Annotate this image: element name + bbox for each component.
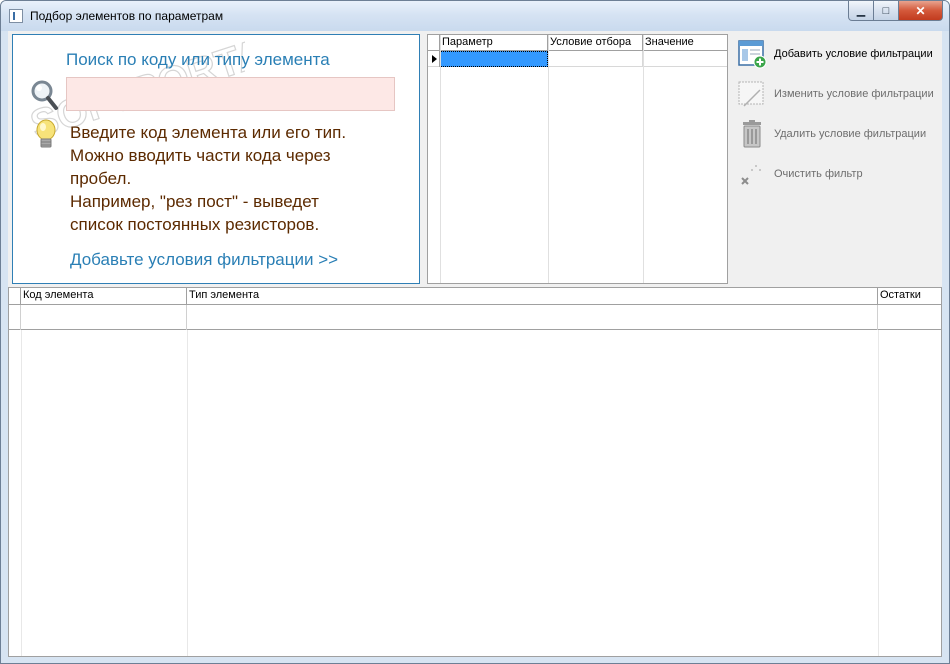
filter-actions-panel: Добавить условие фильтрации Изменить усл…	[736, 34, 942, 284]
column-header-condition[interactable]: Условие отбора	[548, 35, 643, 51]
title-bar[interactable]: Подбор элементов по параметрам ▁ □ ✕	[1, 1, 949, 31]
close-button[interactable]: ✕	[899, 1, 943, 21]
clear-filter-button[interactable]: Очистить фильтр	[736, 157, 942, 191]
hint-line: Например, "рез пост" - выведет	[70, 192, 319, 211]
magnifier-icon	[31, 80, 58, 110]
column-header-type[interactable]: Тип элемента	[187, 288, 878, 305]
column-divider	[548, 35, 549, 283]
filter-cell-parameter[interactable]	[440, 51, 548, 67]
column-divider	[643, 35, 644, 283]
filter-cell-condition[interactable]	[548, 51, 643, 67]
hint-line: Можно вводить части кода через	[70, 146, 331, 165]
clear-filter-icon	[741, 165, 761, 185]
results-grid[interactable]: Код элемента Тип элемента Остатки	[8, 287, 942, 657]
add-filter-button[interactable]: Добавить условие фильтрации	[736, 37, 942, 71]
add-filter-label: Добавить условие фильтрации	[774, 48, 933, 60]
row-indicator-header	[9, 288, 21, 305]
search-hint: Введите код элемента или его тип. Можно …	[70, 121, 410, 236]
app-icon	[9, 9, 23, 23]
cell-code[interactable]	[21, 305, 187, 330]
search-input[interactable]	[66, 77, 395, 111]
column-divider	[440, 35, 441, 283]
client-area: SOFTPORTAL Поиск по коду или типу элемен…	[8, 31, 942, 657]
delete-filter-label: Удалить условие фильтрации	[774, 128, 927, 140]
edit-filter-label: Изменить условие фильтрации	[774, 88, 934, 100]
edit-filter-button[interactable]: Изменить условие фильтрации	[736, 77, 942, 111]
maximize-button[interactable]: □	[874, 1, 899, 21]
lightbulb-icon	[36, 119, 56, 148]
filter-row[interactable]	[428, 51, 727, 67]
window-controls: ▁ □ ✕	[848, 1, 943, 21]
column-header-code[interactable]: Код элемента	[21, 288, 187, 305]
maximize-icon: □	[882, 4, 890, 17]
search-panel: SOFTPORTAL Поиск по коду или типу элемен…	[12, 34, 420, 284]
column-divider	[187, 330, 188, 656]
add-filter-link[interactable]: Добавьте условия фильтрации >>	[70, 250, 338, 270]
window-title: Подбор элементов по параметрам	[30, 9, 224, 23]
filter-cell-value[interactable]	[643, 51, 727, 67]
add-filter-icon	[738, 40, 767, 69]
delete-filter-button[interactable]: Удалить условие фильтрации	[736, 117, 942, 151]
trash-icon	[743, 120, 761, 148]
clear-filter-label: Очистить фильтр	[774, 168, 863, 180]
row-indicator	[9, 305, 21, 330]
minimize-icon: ▁	[856, 5, 866, 17]
current-row-arrow-icon	[428, 51, 440, 67]
column-divider	[878, 330, 879, 656]
close-icon: ✕	[915, 3, 926, 18]
cell-stock[interactable]	[878, 305, 941, 330]
app-window: Подбор элементов по параметрам ▁ □ ✕ SOF…	[0, 0, 950, 664]
column-header-parameter[interactable]: Параметр	[440, 35, 548, 51]
filter-conditions-grid[interactable]: Параметр Условие отбора Значение	[427, 34, 728, 284]
hint-line: список постоянных резисторов.	[70, 215, 320, 234]
edit-filter-icon	[738, 81, 764, 107]
hint-line: Введите код элемента или его тип.	[70, 123, 347, 142]
cell-type[interactable]	[187, 305, 878, 330]
minimize-button[interactable]: ▁	[848, 1, 874, 21]
column-divider	[21, 330, 22, 656]
column-header-value[interactable]: Значение	[643, 35, 727, 51]
results-grid-header: Код элемента Тип элемента Остатки	[9, 288, 941, 305]
search-title: Поиск по коду или типу элемента	[66, 50, 330, 69]
row-indicator-header	[428, 35, 440, 51]
filter-grid-header: Параметр Условие отбора Значение	[428, 35, 727, 51]
column-header-stock[interactable]: Остатки	[878, 288, 941, 305]
table-row[interactable]	[9, 305, 941, 330]
hint-line: пробел.	[70, 169, 132, 188]
